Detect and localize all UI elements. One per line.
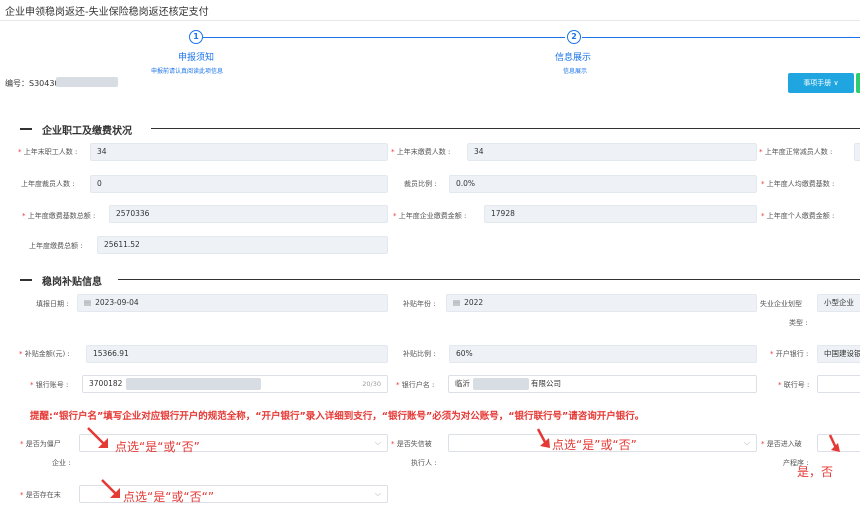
label-last-year-end-staff: * 上年末职工人数 : (18, 148, 78, 156)
label-subsidy-ratio: 补贴比例 : (403, 350, 436, 358)
chevron-down-icon: ⌵ (743, 438, 750, 447)
section-title-staff: 企业职工及缴费状况 (42, 126, 132, 137)
field-subsidy-amount: 15366.91 (86, 345, 388, 363)
input-account-name[interactable]: 临沂 有限公司 (448, 375, 757, 393)
annotation-arrow-4 (101, 479, 120, 498)
section-title-subsidy: 稳岗补贴信息 (42, 277, 102, 288)
label-bank: * 开户银行 : (770, 350, 809, 358)
annotation-arrow-1 (87, 427, 108, 448)
label-layoff-ratio: 裁员比例 : (404, 180, 437, 188)
manual-button[interactable]: 事项手册 ∨ (788, 73, 854, 93)
char-counter: 20/30 (362, 380, 381, 388)
annotation-hint-bankruptcy: 是，否 (797, 465, 834, 479)
label-account-no: * 银行账号 : (30, 381, 69, 389)
annotation-hint-dishonest: 点选“是”或“否” (552, 438, 637, 452)
annotation-hint-exists: 点选“是“或“否“” (123, 490, 215, 504)
account-name-redaction (473, 378, 529, 390)
calendar-icon: ▤ (84, 298, 92, 307)
field-subsidy-year[interactable]: ▤ 2022 (446, 294, 757, 312)
label-dishonest-2: 执行人 : (411, 459, 437, 467)
section-line (151, 128, 860, 129)
label-bank-link-no: * 联行号 : (778, 381, 810, 389)
step-1-title[interactable]: 申报须知 (178, 50, 214, 63)
field-last-year-laid-off: 0 (90, 175, 388, 193)
field-subsidy-ratio: 60% (449, 345, 757, 363)
label-last-year-reduced: * 上年度正常减员人数 : (759, 148, 833, 156)
field-enterprise-amount: 17928 (484, 205, 757, 223)
annotation-hint-zombie: 点选“是“或“否” (115, 440, 200, 454)
field-enterprise-type: 小型企业 (817, 294, 860, 312)
annotation-arrow-3 (828, 434, 840, 452)
calendar-icon: ▤ (453, 298, 461, 307)
section-dash (20, 128, 32, 130)
page-title: 企业申领稳岗返还-失业保险稳岗返还核定支付 (5, 7, 209, 18)
label-subsidy-year: 补贴年份 : (403, 300, 436, 308)
annotation-arrow-2 (536, 428, 550, 448)
label-dishonest: * 是否失信被 (391, 440, 432, 448)
label-enterprise-amount: * 上年度企业缴费金额 : (393, 212, 467, 220)
step-1-subtitle: 申报前请认真阅读此项信息 (151, 68, 224, 75)
field-last-year-reduced (854, 143, 860, 161)
label-account-name: * 银行户名 : (396, 381, 435, 389)
green-action-button[interactable] (856, 73, 860, 93)
notice-text: 提醒:“银行户名”填写企业对应银行开户的规范全称，“开户银行”录入详细到支行，“… (30, 411, 645, 422)
label-zombie: * 是否为僵尸 (20, 440, 61, 448)
step-1-circle[interactable]: 1 (189, 30, 203, 44)
label-total-base: * 上年度缴费基数总额 : (22, 212, 96, 220)
field-last-year-end-staff: 34 (90, 143, 388, 161)
label-enterprise-type: 失业企业划型 (760, 300, 802, 308)
field-total-paid: 25611.52 (97, 236, 388, 254)
field-fill-date[interactable]: ▤ 2023-09-04 (77, 294, 388, 312)
label-zombie-2: 企业 : (52, 459, 71, 467)
label-enterprise-type-2: 类型 : (789, 319, 808, 327)
section-line (118, 279, 860, 280)
field-total-base: 2570336 (109, 205, 388, 223)
step-2-circle[interactable]: 2 (567, 30, 581, 44)
label-fill-date: 填报日期 : (36, 300, 69, 308)
input-bank-link-no[interactable] (817, 375, 860, 393)
label-last-year-laid-off: 上年度裁员人数 : (21, 180, 75, 188)
section-dash (20, 279, 32, 281)
field-bank: 中国建设银 (817, 345, 860, 363)
label-bankruptcy: * 是否进入破 (761, 440, 802, 448)
step-connector (203, 37, 565, 38)
serial-redaction (56, 77, 118, 87)
label-last-year-end-paid: * 上年末缴费人数 : (391, 148, 451, 156)
field-last-year-end-paid: 34 (467, 143, 757, 161)
label-exists: * 是否存在末 (20, 491, 61, 499)
chevron-down-icon: ⌵ (374, 489, 381, 498)
label-total-paid: 上年度缴费总额 : (29, 242, 83, 250)
account-redaction (126, 378, 261, 390)
field-layoff-ratio: 0.0% (449, 175, 757, 193)
chevron-down-icon: ⌵ (374, 438, 381, 447)
label-avg-base: * 上年度人均缴费基数 : (761, 180, 835, 188)
step-2-title[interactable]: 信息展示 (555, 50, 591, 63)
step-connector-tail (582, 37, 860, 38)
label-subsidy-amount: * 补贴金额(元) : (19, 350, 70, 358)
header-divider (0, 20, 860, 21)
label-personal-amount: * 上年度个人缴费金额 : (761, 212, 835, 220)
input-account-no[interactable]: 3700182 20/30 (82, 375, 388, 393)
step-2-subtitle: 信息展示 (563, 68, 588, 75)
